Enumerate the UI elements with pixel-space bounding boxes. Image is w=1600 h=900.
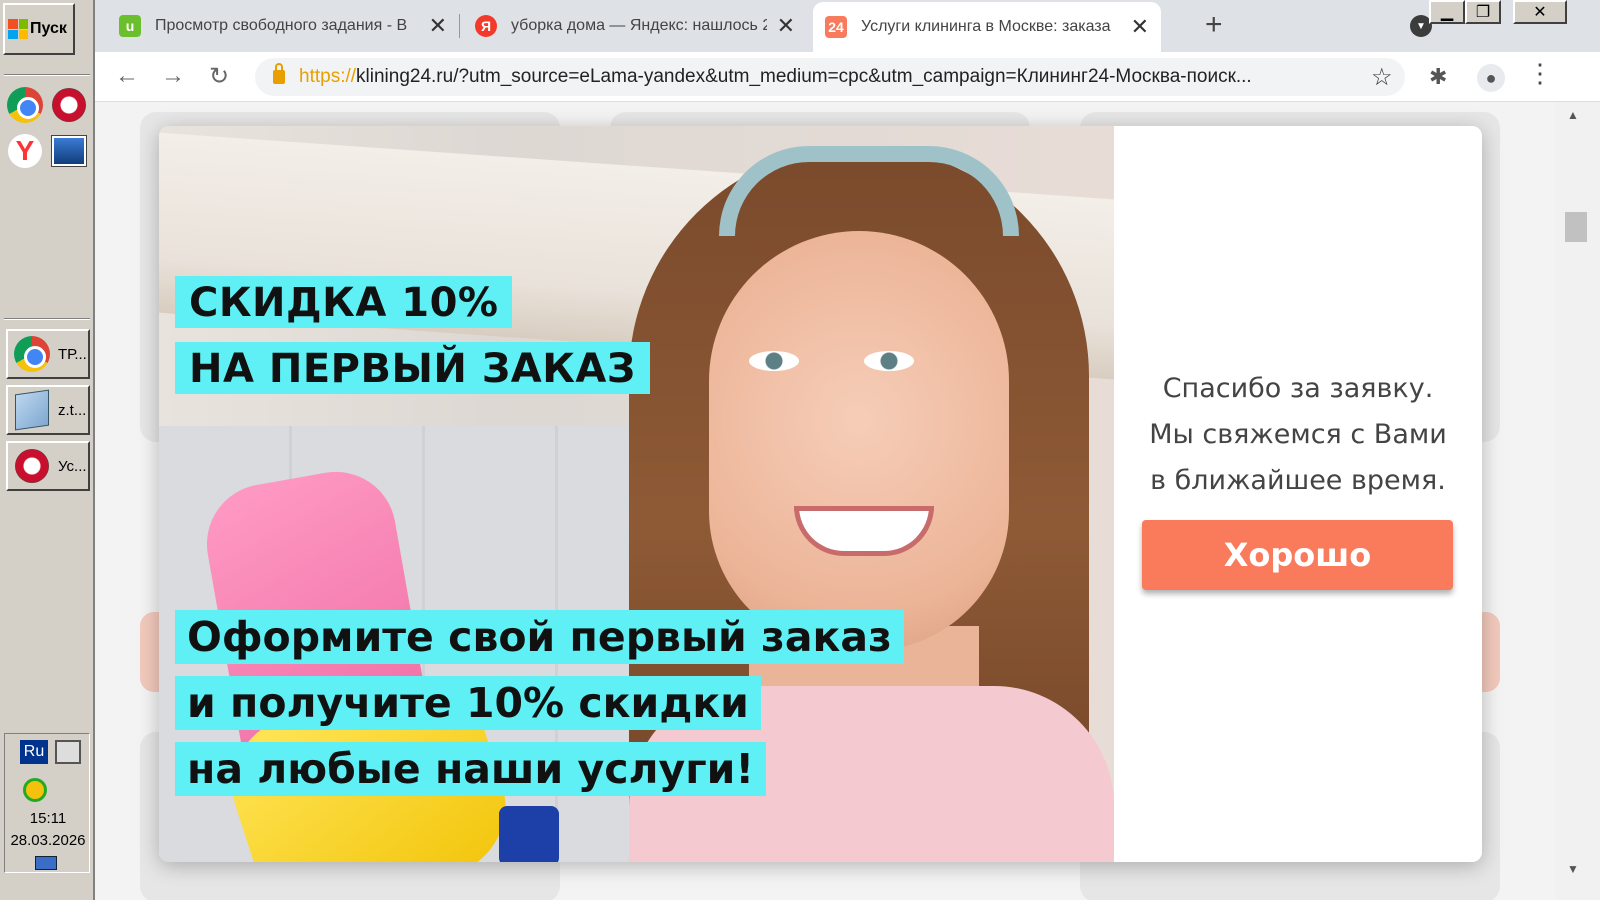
url-scheme: https://	[299, 66, 357, 87]
browser-toolbar: ← → ↻ https://klining24.ru/?utm_source=e…	[95, 52, 1600, 102]
taskbar-separator	[4, 74, 90, 76]
promo-headline-line: НА ПЕРВЫЙ ЗАКАЗ	[175, 342, 650, 394]
photo-eye	[749, 351, 799, 371]
minimize-icon: ▁	[1440, 4, 1454, 21]
close-tab-icon[interactable]: ✕	[429, 13, 447, 39]
arrow-right-icon: →	[161, 62, 185, 89]
promo-text-line: Оформите свой первый заказ	[175, 610, 904, 664]
close-tab-icon[interactable]: ✕	[1131, 14, 1149, 40]
favicon-icon: u	[119, 15, 141, 37]
start-button[interactable]: Пуск	[3, 3, 75, 55]
extensions-icon[interactable]: ✱	[1429, 64, 1447, 90]
opera-icon	[15, 449, 49, 483]
tray-app-icon[interactable]	[23, 778, 47, 802]
page-scrollbar[interactable]: ▲ ▼	[1555, 102, 1600, 900]
yandex-browser-icon: Y	[8, 134, 42, 168]
promo-text-line: на любые наши услуги!	[175, 742, 767, 796]
taskbar-separator	[4, 318, 90, 320]
maximize-button[interactable]: ❐	[1465, 0, 1501, 24]
forward-button[interactable]: →	[161, 62, 185, 90]
close-icon: ✕	[1533, 4, 1547, 21]
task-item-label: Ус...	[58, 457, 87, 475]
reload-button[interactable]: ↻	[209, 62, 229, 91]
show-desktop-icon	[51, 135, 87, 167]
message-line: Спасибо за заявку.	[1162, 373, 1434, 404]
clock-time: 15:11	[29, 810, 67, 827]
notepad-icon	[15, 389, 49, 431]
reload-icon: ↻	[209, 63, 230, 90]
tab-klining24[interactable]: 24 Услуги клининга в Москве: заказа ✕	[813, 2, 1161, 52]
address-bar[interactable]: https://klining24.ru/?utm_source=eLama-y…	[255, 58, 1405, 96]
desktop-icon[interactable]	[35, 856, 57, 870]
lock-icon[interactable]	[273, 63, 285, 84]
thank-you-message: Спасибо за заявку. Мы свяжемся с Вами в …	[1114, 366, 1482, 504]
tab-separator	[459, 14, 460, 38]
restore-icon: ❐	[1475, 4, 1491, 21]
photo-eye	[864, 351, 914, 371]
ok-button[interactable]: Хорошо	[1142, 520, 1453, 590]
network-icon[interactable]	[55, 740, 81, 764]
back-button[interactable]: ←	[115, 62, 139, 90]
language-indicator[interactable]: Ru	[20, 740, 48, 764]
promo-headline-line: СКИДКА 10%	[175, 276, 513, 328]
tab-title: уборка дома — Яндекс: нашлось 2	[511, 17, 767, 34]
taskbar: Пуск Y ТР... z.t... Ус... Ru 15:11 28.03…	[0, 0, 95, 900]
task-item-label: ТР...	[58, 345, 87, 363]
photo-headband	[719, 146, 1019, 236]
quicklaunch-desktop[interactable]	[50, 132, 88, 170]
scroll-up-icon[interactable]: ▲	[1567, 108, 1579, 122]
message-line: Мы свяжемся с Вами	[1149, 419, 1447, 450]
profile-avatar-icon[interactable]: ●	[1477, 64, 1505, 92]
browser-menu-icon[interactable]: ⋮	[1527, 60, 1553, 86]
chrome-icon	[7, 87, 43, 123]
task-item-label: z.t...	[58, 401, 87, 419]
close-window-button[interactable]: ✕	[1513, 0, 1567, 24]
favicon-icon: Я	[475, 15, 497, 37]
message-line: в ближайшее время.	[1150, 465, 1446, 496]
tab-title: Услуги клининга в Москве: заказа	[861, 18, 1111, 35]
tab-strip: u Просмотр свободного задания - В ✕ Я уб…	[95, 0, 1600, 52]
task-item-chrome[interactable]: ТР...	[6, 329, 90, 379]
new-tab-button[interactable]: +	[1205, 8, 1223, 42]
tab-title: Просмотр свободного задания - В	[155, 17, 408, 34]
quicklaunch-yandex[interactable]: Y	[6, 132, 44, 170]
modal-message-panel: Спасибо за заявку. Мы свяжемся с Вами в …	[1114, 126, 1482, 862]
tab-freelance-task[interactable]: u Просмотр свободного задания - В ✕	[107, 4, 459, 48]
quicklaunch-opera[interactable]	[50, 86, 88, 124]
promo-photo: СКИДКА 10% НА ПЕРВЫЙ ЗАКАЗ Оформите свой…	[159, 126, 1114, 862]
start-label: Пуск	[30, 20, 67, 37]
chrome-icon	[14, 336, 50, 372]
scrollbar-thumb[interactable]	[1565, 212, 1587, 242]
photo-face	[709, 231, 1009, 651]
thank-you-modal: СКИДКА 10% НА ПЕРВЫЙ ЗАКАЗ Оформите свой…	[159, 126, 1482, 862]
url-text: klining24.ru/?utm_source=eLama-yandex&ut…	[356, 66, 1252, 87]
opera-icon	[52, 88, 86, 122]
promo-text-line: и получите 10% скидки	[175, 676, 761, 730]
photo-bottle	[499, 806, 559, 862]
system-tray: Ru 15:11 28.03.2026	[4, 733, 90, 873]
arrow-left-icon: ←	[115, 62, 139, 89]
close-tab-icon[interactable]: ✕	[777, 13, 795, 39]
task-item-notepad[interactable]: z.t...	[6, 385, 90, 435]
tab-yandex-search[interactable]: Я уборка дома — Яндекс: нашлось 2 ✕	[463, 4, 807, 48]
clock-date: 28.03.2026	[10, 832, 86, 849]
favicon-icon: 24	[825, 16, 847, 38]
quicklaunch-chrome[interactable]	[6, 86, 44, 124]
minimize-button[interactable]: ▁	[1429, 0, 1465, 24]
task-item-opera[interactable]: Ус...	[6, 441, 90, 491]
scroll-down-icon[interactable]: ▼	[1567, 862, 1579, 876]
bookmark-star-icon[interactable]: ☆	[1371, 63, 1393, 92]
windows-logo-icon	[8, 19, 28, 39]
